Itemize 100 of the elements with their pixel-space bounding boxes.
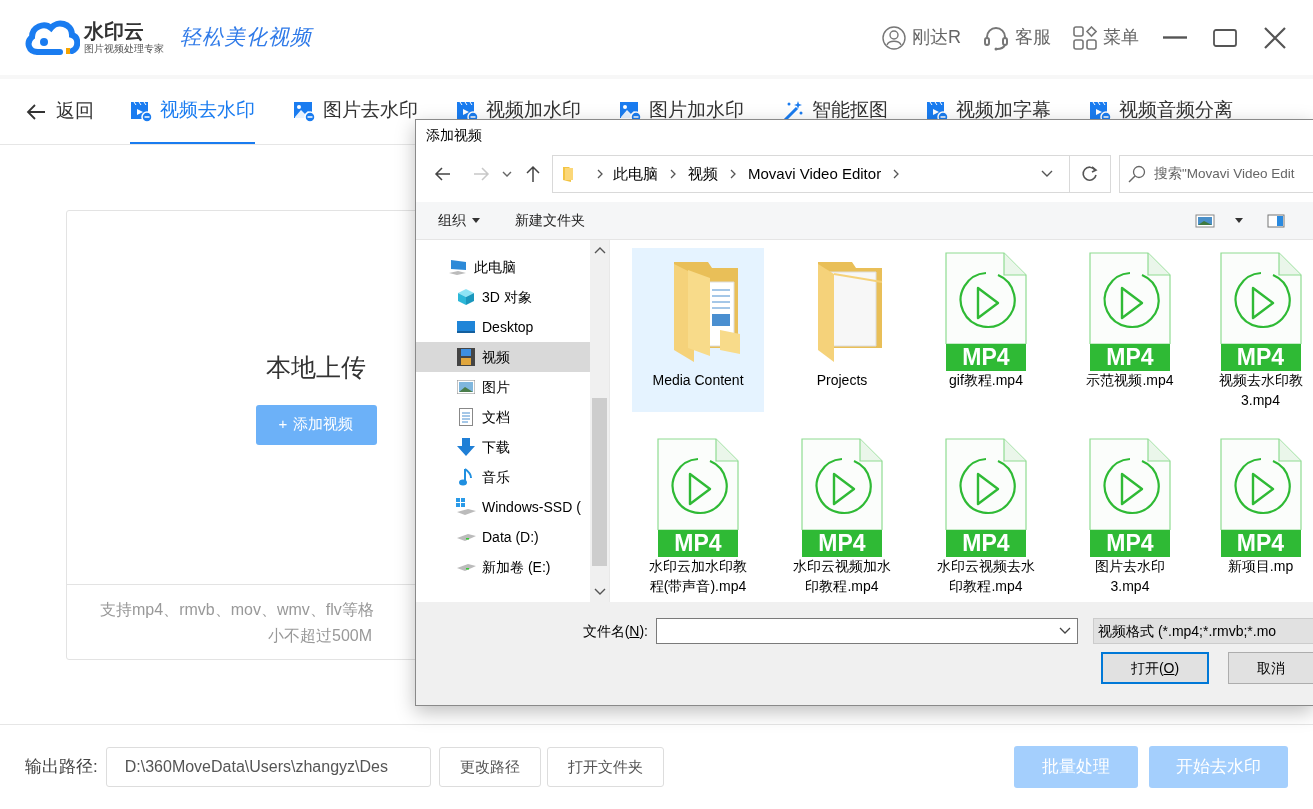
tree-item[interactable]: 3D 对象 xyxy=(416,282,590,312)
video-file-icon xyxy=(657,438,739,530)
back-button[interactable]: 返回 xyxy=(26,79,94,144)
tree-item[interactable]: 此电脑 xyxy=(416,252,590,282)
account-button[interactable]: 刚达R xyxy=(882,24,961,51)
film-icon xyxy=(457,348,475,366)
file-name-field[interactable] xyxy=(656,618,1078,644)
preview-pane-icon xyxy=(1267,213,1285,228)
slogan: 轻松美化视频 xyxy=(180,23,312,51)
open-folder-button[interactable]: 打开文件夹 xyxy=(546,747,664,787)
magic-wand-icon xyxy=(782,99,804,122)
scroll-down-icon xyxy=(594,588,606,596)
chevron-right-icon xyxy=(668,168,678,180)
change-path-button[interactable]: 更改路径 xyxy=(438,747,541,787)
file-type-label: MP4 xyxy=(946,530,1026,557)
file-item[interactable]: MP4 水印云视频去水 印教程.mp4 xyxy=(920,434,1052,598)
file-item[interactable]: MP4 水印云加水印教 程(带声音).mp4 xyxy=(632,434,764,598)
user-icon xyxy=(882,25,906,50)
file-type-label: MP4 xyxy=(1220,344,1301,371)
forward-arrow-icon xyxy=(472,165,490,183)
drive-icon xyxy=(456,562,476,572)
view-icon xyxy=(1195,213,1215,228)
tree-item[interactable]: 音乐 xyxy=(416,462,590,492)
file-item[interactable]: MP4 水印云视频加水 印教程.mp4 xyxy=(776,434,908,598)
dialog-title: 添加视频 xyxy=(426,126,482,145)
open-button[interactable]: 打开(O) xyxy=(1101,652,1209,684)
file-type-label: MP4 xyxy=(1090,344,1170,371)
chevron-down-icon xyxy=(1059,627,1071,635)
image-icon xyxy=(293,99,315,122)
tree-item[interactable]: Windows-SSD ( xyxy=(416,492,590,522)
caret-icon xyxy=(1235,218,1243,223)
organize-menu[interactable]: 组织 xyxy=(438,210,480,231)
tree-item[interactable]: 下载 xyxy=(416,432,590,462)
brand-name: 水印云 xyxy=(84,21,145,41)
file-item[interactable]: MP4 图片去水印 3.mp4 xyxy=(1064,434,1196,598)
menu-button[interactable]: 菜单 xyxy=(1073,24,1139,51)
video-file-icon xyxy=(945,252,1027,344)
view-options-button[interactable] xyxy=(1195,213,1243,228)
caret-icon xyxy=(472,218,480,223)
desktop-icon xyxy=(457,320,475,334)
file-item[interactable]: MP4 gif教程.mp4 xyxy=(920,248,1052,412)
music-note-icon xyxy=(459,468,473,486)
video-file-icon xyxy=(1219,438,1302,530)
support-button[interactable]: 客服 xyxy=(983,24,1051,51)
file-item[interactable]: MP4 示范视频.mp4 xyxy=(1064,248,1196,412)
tree-item[interactable]: 视频 xyxy=(416,342,590,372)
file-item[interactable]: Projects xyxy=(776,248,908,412)
file-type-label: MP4 xyxy=(802,530,882,557)
refresh-button[interactable] xyxy=(1070,155,1111,193)
back-arrow-icon xyxy=(434,165,452,183)
file-item[interactable]: MP4 新项目.mp xyxy=(1208,434,1313,598)
chevron-right-icon xyxy=(595,168,605,180)
breadcrumb-item[interactable]: 视频 xyxy=(684,162,722,186)
menu-icon xyxy=(1073,25,1097,50)
scroll-up-icon xyxy=(594,246,606,254)
tab[interactable]: 视频去水印 xyxy=(130,79,255,144)
breadcrumb-item[interactable]: 此电脑 xyxy=(609,162,662,186)
scrollbar-thumb[interactable] xyxy=(592,398,607,566)
file-item[interactable]: MP4 视频去水印教 3.mp4 xyxy=(1208,248,1313,412)
cube-icon xyxy=(457,288,475,306)
file-type-label: MP4 xyxy=(1220,530,1301,557)
address-bar[interactable]: 此电脑 视频 Movavi Video Editor xyxy=(552,155,1070,193)
file-type-dropdown[interactable]: 视频格式 (*.mp4;*.rmvb;*.mo xyxy=(1093,618,1313,644)
up-arrow-icon xyxy=(524,165,542,183)
computer-icon xyxy=(448,259,468,275)
output-path-field[interactable]: D:\360MoveData\Users\zhangyz\Des xyxy=(105,747,431,787)
picture-icon xyxy=(457,380,475,394)
windows-drive-icon xyxy=(456,498,476,516)
output-path-label: 输出路径: xyxy=(25,756,98,779)
headset-icon xyxy=(983,24,1009,51)
file-type-label: MP4 xyxy=(1090,530,1170,557)
chevron-right-icon xyxy=(728,168,738,180)
video-file-icon xyxy=(801,438,883,530)
preview-pane-button[interactable] xyxy=(1267,213,1285,228)
search-field[interactable]: 搜索"Movavi Video Edit xyxy=(1119,155,1313,193)
tree-item[interactable]: Desktop xyxy=(416,312,590,342)
file-type-label: MP4 xyxy=(658,530,738,557)
search-icon xyxy=(1128,165,1146,183)
close-icon xyxy=(1262,24,1288,51)
file-item[interactable]: Media Content xyxy=(632,248,764,412)
video-file-icon xyxy=(1219,252,1302,344)
tree-item[interactable]: 文档 xyxy=(416,402,590,432)
tree-item[interactable]: 图片 xyxy=(416,372,590,402)
video-file-icon xyxy=(945,438,1027,530)
file-name-label: 文件名(N): xyxy=(581,621,649,641)
tree-item[interactable]: Data (D:) xyxy=(416,522,590,552)
minimize-icon xyxy=(1163,36,1187,39)
tree-item[interactable]: 新加卷 (E:) xyxy=(416,552,590,582)
breadcrumb-item[interactable]: Movavi Video Editor xyxy=(744,162,886,186)
video-file-icon xyxy=(1089,252,1171,344)
video-icon xyxy=(130,99,152,122)
drive-icon xyxy=(456,532,476,542)
format-hint: 支持mp4、rmvb、mov、wmv、flv等格 xyxy=(100,600,374,620)
file-type-label: MP4 xyxy=(946,344,1026,371)
cancel-button[interactable]: 取消 xyxy=(1228,652,1313,684)
new-folder-button[interactable]: 新建文件夹 xyxy=(515,210,585,231)
tab[interactable]: 智能抠图 xyxy=(782,79,888,144)
brand-subtitle: 图片视频处理专家 xyxy=(84,44,164,54)
back-arrow-icon xyxy=(26,102,46,121)
format-hint: 小不超过500M xyxy=(268,626,374,646)
